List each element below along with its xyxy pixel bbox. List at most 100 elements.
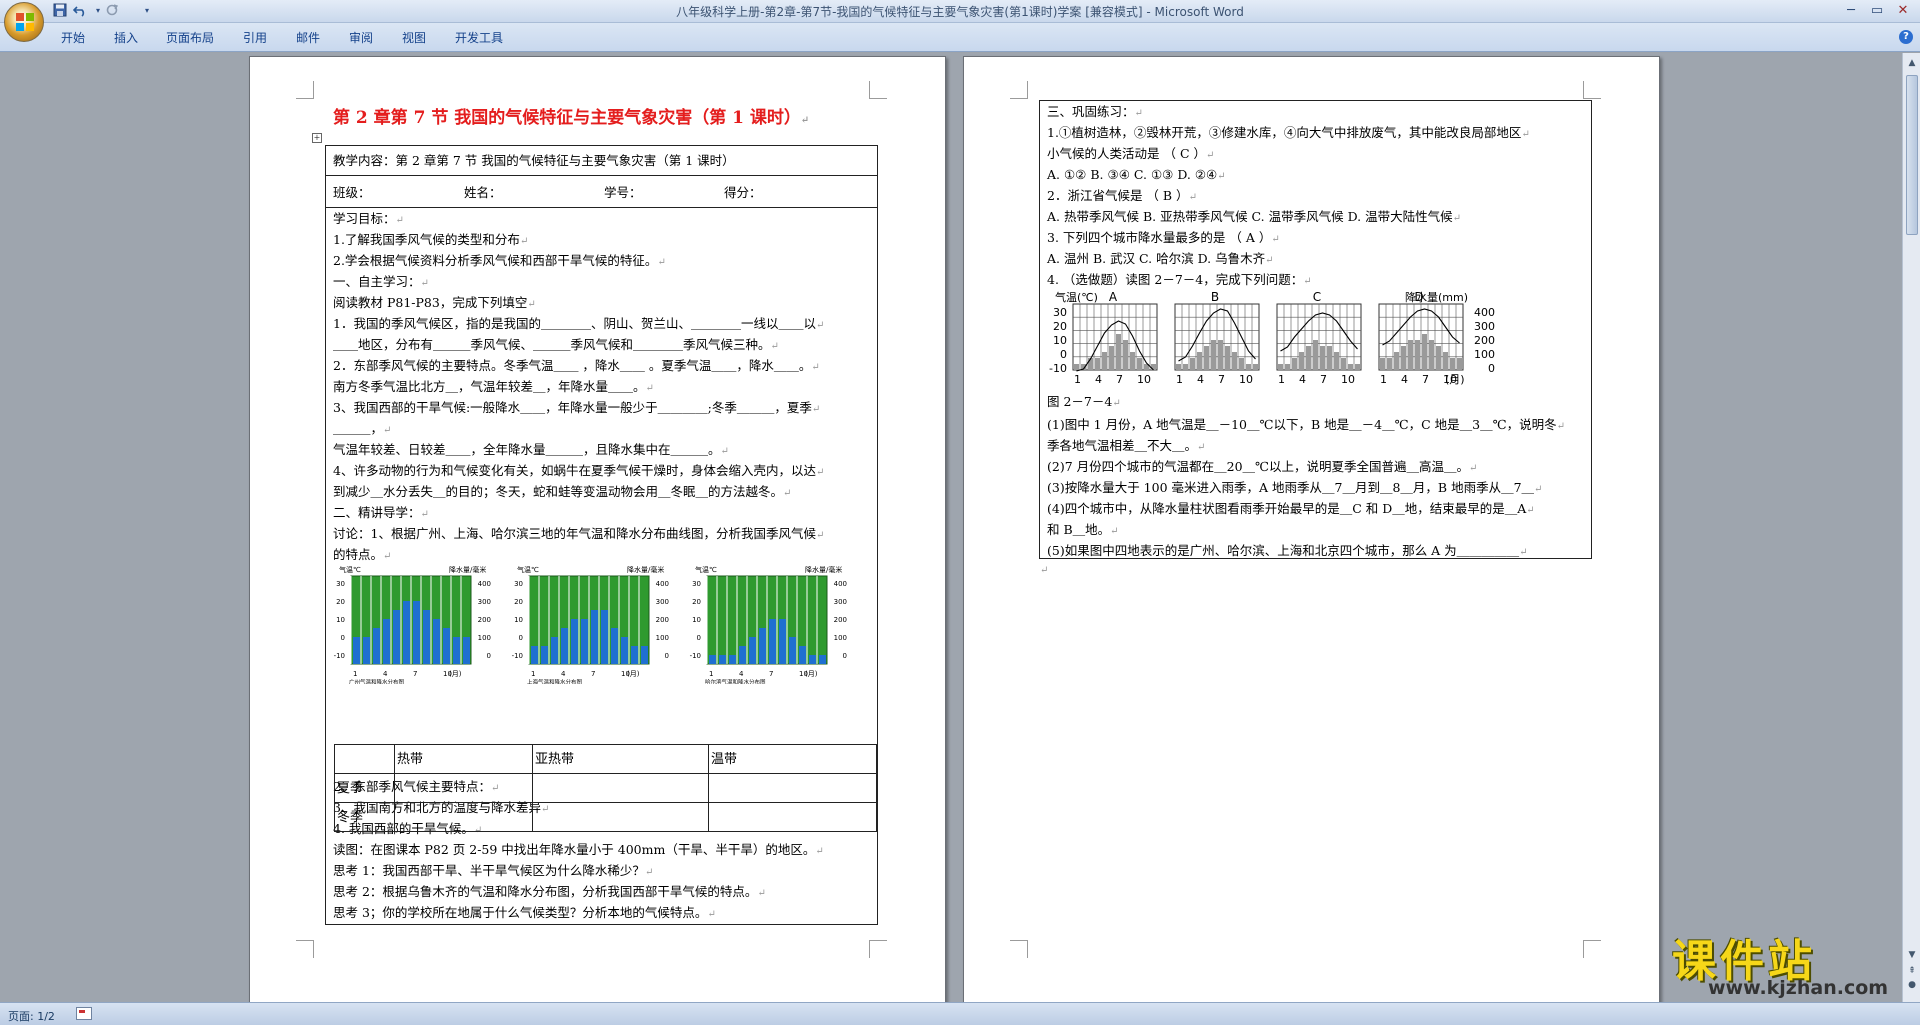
tab-page-layout[interactable]: 页面布局	[166, 29, 214, 46]
rain-bar	[729, 655, 736, 664]
rain-bar	[709, 655, 716, 664]
temp-tick: 20	[514, 598, 523, 606]
rain-bar	[1355, 364, 1360, 370]
tab-mailings[interactable]: 邮件	[296, 29, 320, 46]
vertical-scrollbar[interactable]: ▲ ▼ ⇞ ●	[1902, 53, 1920, 1002]
table-anchor-icon[interactable]: +	[312, 133, 322, 143]
rain-bar	[779, 619, 786, 664]
rain-bar	[799, 646, 806, 664]
close-icon[interactable]: ✕	[1892, 2, 1914, 20]
text-line: 和 B＿地。↵	[1047, 522, 1119, 537]
month-tick: 4	[383, 670, 388, 678]
exercise-section: 三、巩固练习：↵ 1.①植树造林，②毁林开荒，③修建水库，④向大气中排放废气，其中…	[1039, 100, 1592, 559]
rain-bar	[1278, 364, 1283, 370]
save-icon[interactable]	[52, 3, 68, 19]
number-label: 学号：	[604, 185, 642, 200]
proofing-icon[interactable]	[76, 1007, 92, 1020]
rain-bar	[719, 655, 726, 664]
month-tick: 10	[1341, 373, 1355, 386]
temp-axis-label: 气温(℃)	[1055, 291, 1098, 304]
rain-bar	[1401, 346, 1406, 370]
rain-bar	[1074, 364, 1079, 370]
climate-chart-3: 气温℃ 降水量/毫米3020100-1040030020010001 4 7 10(月)…	[690, 565, 847, 684]
prev-page-icon[interactable]: ⇞	[1906, 965, 1918, 977]
month-unit: (月)	[449, 670, 462, 678]
tab-view[interactable]: 视图	[402, 29, 426, 46]
office-button[interactable]	[4, 2, 44, 42]
rain-tick: 400	[656, 580, 669, 588]
rain-bar	[1292, 358, 1297, 370]
rain-bar	[1408, 340, 1413, 370]
rain-bar	[1429, 340, 1434, 370]
page-count[interactable]: 页面: 1/2	[8, 1008, 55, 1024]
undo-icon[interactable]	[72, 3, 88, 19]
rain-bar	[1102, 352, 1107, 370]
rain-bar	[453, 637, 460, 664]
help-icon[interactable]: ?	[1899, 30, 1913, 44]
table-cell[interactable]	[708, 773, 877, 803]
tab-references[interactable]: 引用	[243, 29, 267, 46]
tab-insert[interactable]: 插入	[114, 29, 138, 46]
scroll-up-icon[interactable]: ▲	[1906, 57, 1918, 69]
table-cell[interactable]	[532, 773, 709, 803]
rain-bar	[1327, 346, 1332, 370]
month-tick: 4	[1095, 373, 1102, 386]
text-line: 南方冬季气温比北方＿，气温年较差＿，年降水量＿＿。↵	[333, 379, 654, 394]
station-label: A	[1109, 291, 1118, 304]
climate-chart-2: 气温℃ 降水量/毫米3020100-1040030020010001 4 7 10(月)…	[512, 565, 669, 684]
rain-bar	[1443, 352, 1448, 370]
table-cell[interactable]	[394, 773, 533, 803]
document-page-2: 三、巩固练习：↵ 1.①植树造林，②毁林开荒，③修建水库，④向大气中排放废气，其中…	[963, 56, 1660, 1004]
rain-tick: 200	[834, 616, 847, 624]
rain-bar	[1394, 352, 1399, 370]
rain-bar	[413, 601, 420, 664]
month-unit: (月)	[805, 670, 818, 678]
rain-bar	[819, 655, 826, 664]
text-line: 1.了解我国季风气候的类型和分布↵	[333, 232, 529, 247]
rain-bar	[581, 619, 588, 664]
text-line: ＿＿＿，↵	[333, 421, 392, 436]
rain-bar	[631, 646, 638, 664]
month-tick: 10	[1137, 373, 1151, 386]
customize-toolbar-icon[interactable]: ▾	[139, 3, 155, 19]
month-tick: 7	[591, 670, 595, 678]
teaching-content: 教学内容：第 2 章第 7 节 我国的气候特征与主要气象灾害（第 1 课时）	[333, 153, 735, 168]
text-line: 4. （选做题）读图 2－7－4，完成下列问题：↵	[1047, 272, 1312, 287]
text-line: (5)如果图中四地表示的是广州、哈尔滨、上海和北京四个城市，那么 A 为＿＿＿＿…	[1047, 543, 1528, 558]
scroll-down-icon[interactable]: ▼	[1906, 949, 1918, 961]
select-browse-object-icon[interactable]: ●	[1906, 979, 1918, 991]
paragraph-mark: ↵	[1040, 565, 1049, 576]
rain-bar	[1299, 352, 1304, 370]
table-cell[interactable]	[708, 802, 877, 832]
chart-caption: 广州气温和降水分布图	[349, 678, 405, 684]
window-title: 八年级科学上册-第2章-第7节-我国的气候特征与主要气象灾害(第1课时)学案 […	[676, 5, 1244, 19]
maximize-icon[interactable]: ▭	[1866, 2, 1888, 20]
text-line: 阅读教材 P81-P83，完成下列填空↵	[333, 295, 536, 310]
rain-bar	[551, 637, 558, 664]
text-line: 二、精讲导学：↵	[333, 505, 429, 520]
text-line: 一、自主学习：↵	[333, 274, 429, 289]
rain-tick: 100	[834, 634, 847, 642]
rain-bar	[1137, 358, 1142, 370]
rain-bar	[1204, 346, 1209, 370]
student-info-row: 班级： 姓名： 学号： 得分：	[325, 175, 878, 208]
tab-home[interactable]: 开始	[61, 29, 85, 46]
temp-tick: -10	[690, 652, 701, 660]
rain-bar	[1109, 346, 1114, 370]
name-label: 姓名：	[464, 185, 502, 200]
temp-tick: 10	[336, 616, 345, 624]
tab-developer[interactable]: 开发工具	[455, 29, 503, 46]
tab-review[interactable]: 审阅	[349, 29, 373, 46]
month-tick: 4	[1299, 373, 1306, 386]
redo-icon[interactable]	[104, 3, 120, 19]
table-cell[interactable]	[532, 802, 709, 832]
rain-bar	[463, 637, 470, 664]
minimize-icon[interactable]: ─	[1840, 2, 1862, 20]
text-line: 1.①植树造林，②毁林开荒，③修建水库，④向大气中排放废气，其中能改良局部地区↵	[1047, 125, 1530, 140]
rain-bar	[1457, 358, 1462, 370]
page-title: 第 2 章第 7 节 我国的气候特征与主要气象灾害（第 1 课时）↵	[333, 108, 810, 128]
text-line: 思考 3；你的学校所在地属于什么气候类型？分析本地的气候特点。↵	[333, 905, 716, 920]
rain-bar	[769, 619, 776, 664]
scroll-thumb[interactable]	[1906, 75, 1918, 235]
table-cell[interactable]	[394, 802, 533, 832]
